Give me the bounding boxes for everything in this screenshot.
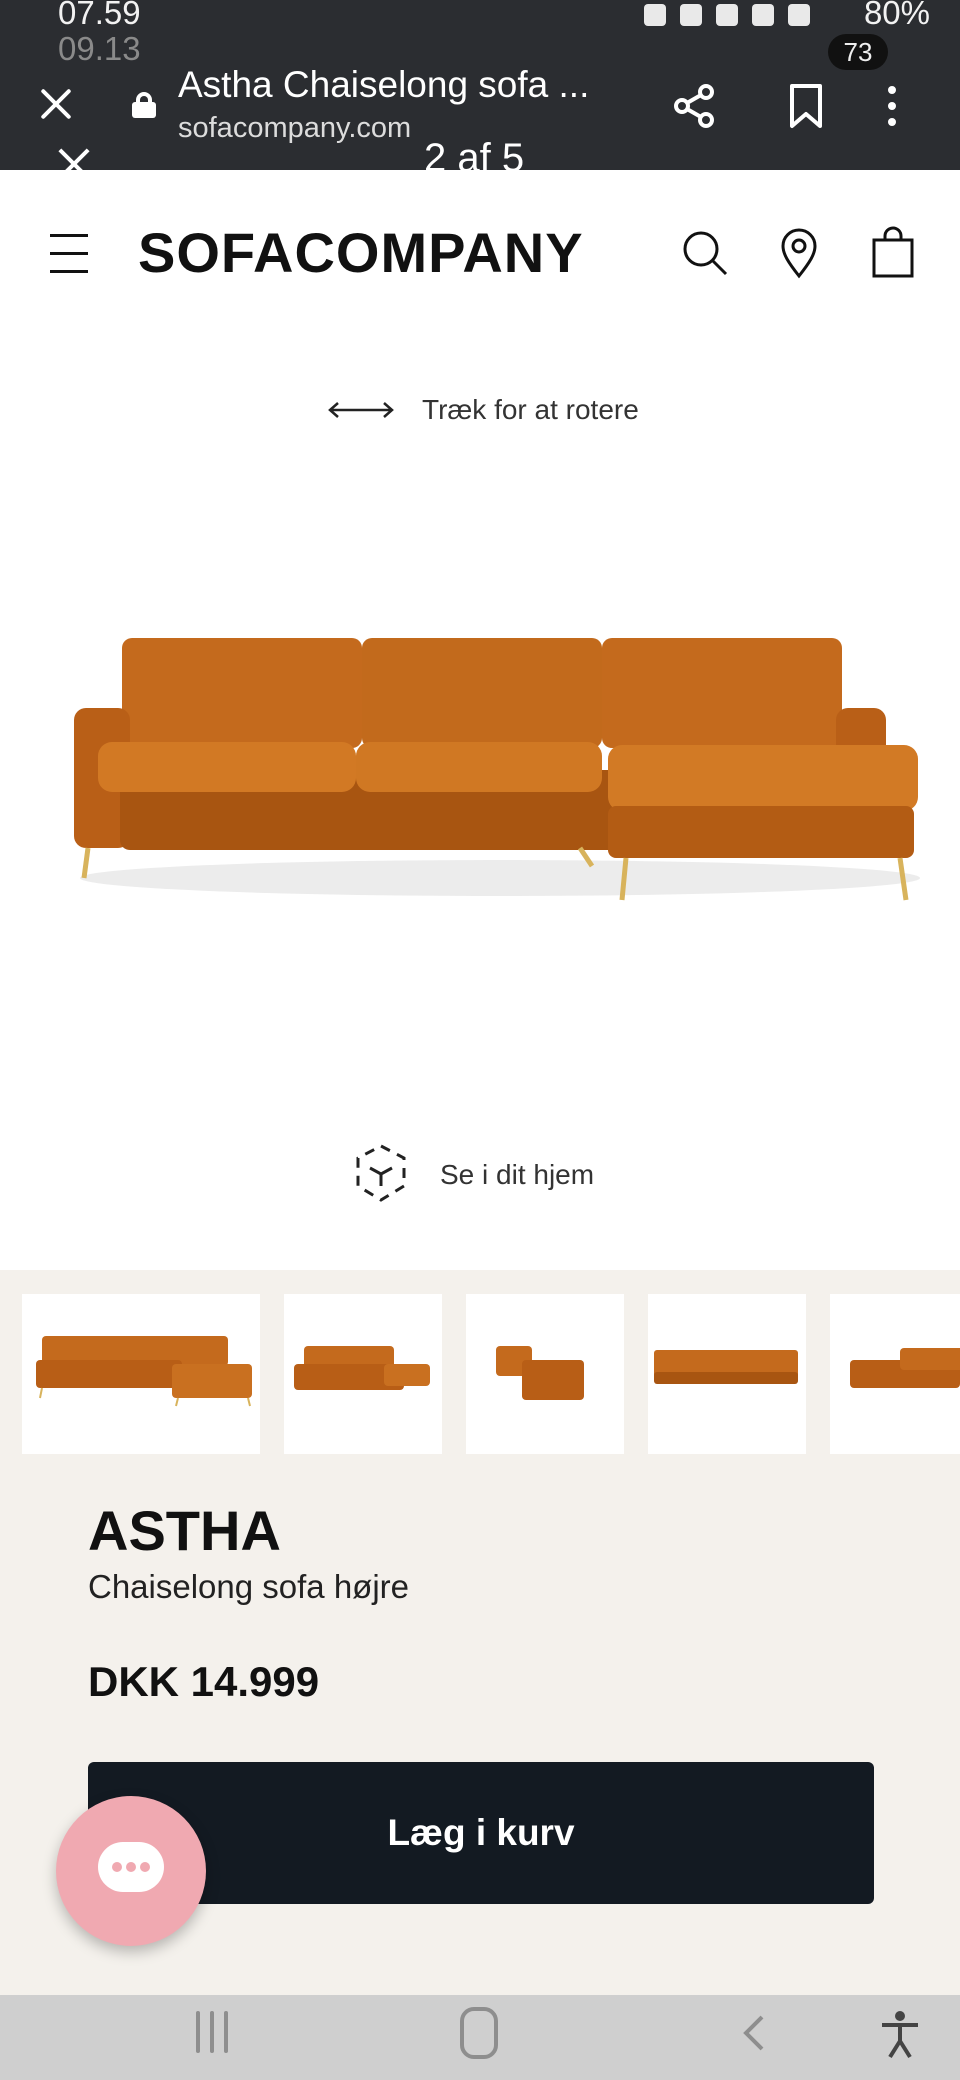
alarm-icon xyxy=(644,4,666,26)
search-icon[interactable] xyxy=(678,226,732,280)
wifi-icon xyxy=(752,4,774,26)
accessibility-icon[interactable] xyxy=(878,2009,922,2061)
hamburger-icon[interactable] xyxy=(50,234,90,278)
ar-view-button[interactable]: Se i dit hjem xyxy=(348,1140,594,1210)
chat-button[interactable] xyxy=(56,1796,206,1946)
add-to-cart-button[interactable]: Læg i kurv xyxy=(88,1762,874,1904)
status-time-secondary: 09.13 xyxy=(58,30,141,67)
rotate-arrow-icon xyxy=(328,402,394,418)
battery-level: 80% xyxy=(863,0,930,31)
product-image[interactable] xyxy=(60,620,930,920)
thumbnail-2[interactable] xyxy=(284,1294,442,1454)
rotate-hint: Træk for at rotere xyxy=(326,390,639,430)
page-domain[interactable]: sofacompany.com xyxy=(178,112,411,145)
url-bar: Astha Chaiselong sofa ... sofacompany.co… xyxy=(0,64,960,144)
more-icon[interactable] xyxy=(880,82,904,130)
home-icon[interactable] xyxy=(460,2007,498,2059)
bag-icon[interactable] xyxy=(866,226,920,280)
close-icon[interactable] xyxy=(36,84,76,124)
mute-icon xyxy=(716,4,738,26)
chat-icon xyxy=(98,1842,164,1892)
bluetooth-icon xyxy=(680,4,702,26)
thumbnail-5[interactable] xyxy=(830,1294,960,1454)
system-nav-bar xyxy=(0,1995,960,2080)
thumbnail-1[interactable] xyxy=(22,1294,260,1454)
lock-icon xyxy=(132,92,156,118)
thumbnail-3[interactable] xyxy=(466,1294,624,1454)
rotate-hint-text: Træk for at rotere xyxy=(422,394,639,425)
share-icon[interactable] xyxy=(670,82,718,130)
site-header: SOFACOMPANY xyxy=(0,170,960,340)
thumbnail-strip[interactable] xyxy=(22,1294,960,1454)
site-logo[interactable]: SOFACOMPANY xyxy=(138,220,584,285)
bookmark-icon[interactable] xyxy=(782,82,830,130)
status-bar: 07.59 09.13 80% xyxy=(58,0,930,67)
status-time: 07.59 xyxy=(58,0,141,31)
thumbnail-4[interactable] xyxy=(648,1294,806,1454)
back-icon[interactable] xyxy=(738,2013,768,2053)
signal-icon xyxy=(788,4,810,26)
product-name: ASTHA xyxy=(88,1499,281,1562)
product-subtitle: Chaiselong sofa højre xyxy=(88,1568,410,1605)
image-pager: 2 af 5 xyxy=(424,136,525,170)
product-price: DKK 14.999 xyxy=(88,1658,320,1705)
secondary-close-icon xyxy=(56,140,96,170)
status-icons xyxy=(644,0,810,30)
ar-view-label: Se i dit hjem xyxy=(440,1159,595,1190)
page-title[interactable]: Astha Chaiselong sofa ... xyxy=(178,64,589,106)
recents-icon[interactable] xyxy=(196,2011,232,2061)
browser-chrome: 07.59 09.13 80% 73 Astha Chaiselong sofa… xyxy=(0,0,960,170)
ar-cube-icon xyxy=(356,1144,406,1202)
location-icon[interactable] xyxy=(772,226,826,280)
